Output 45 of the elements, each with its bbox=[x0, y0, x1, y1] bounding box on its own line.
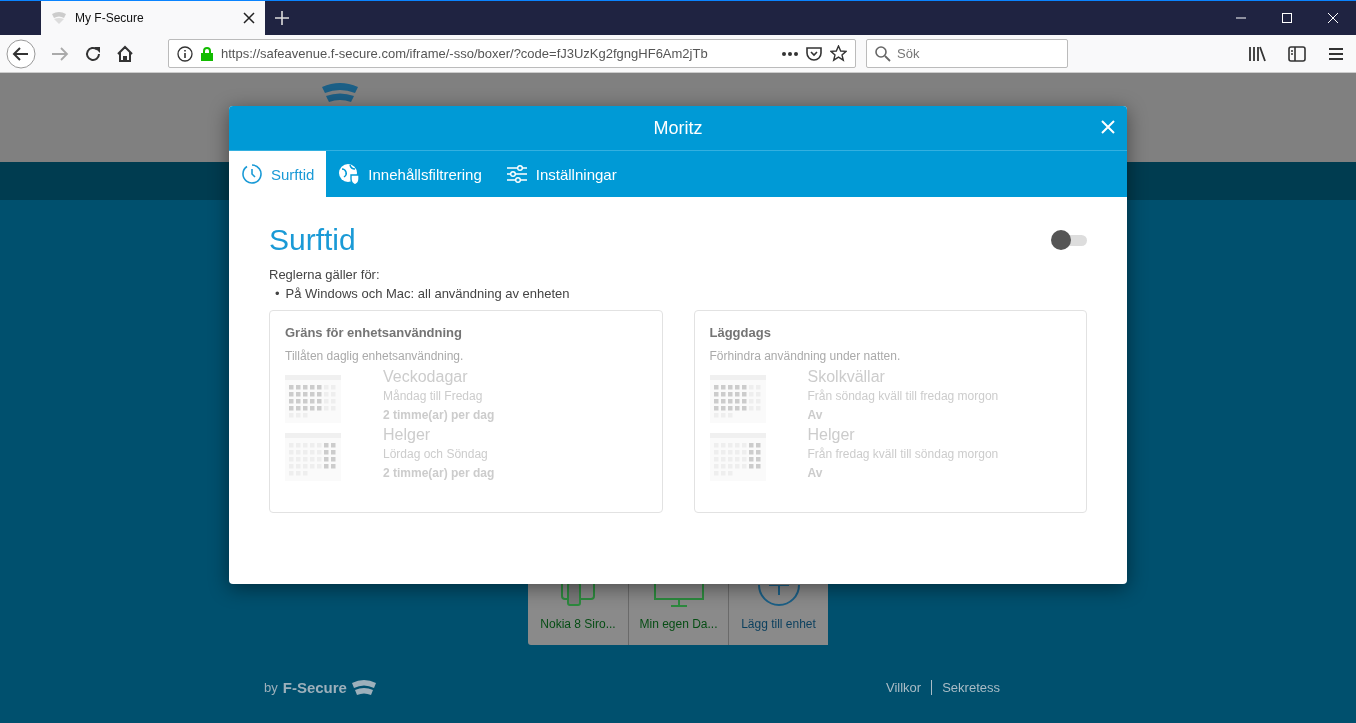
rules-label: Reglerna gäller för: bbox=[269, 267, 381, 282]
add-icon bbox=[756, 585, 801, 607]
browser-tab[interactable]: My F-Secure bbox=[41, 1, 265, 35]
logo-icon bbox=[351, 680, 376, 695]
info-icon[interactable] bbox=[177, 45, 193, 62]
address-bar[interactable]: https://safeavenue.f-secure.com/iframe/-sso/boxer/?code=fJ3UzKg2fgngHF6Am2jTb bbox=[168, 39, 856, 68]
tab-title: My F-Secure bbox=[75, 11, 145, 25]
footer-link[interactable]: Sekretess bbox=[931, 680, 1010, 695]
clock-icon bbox=[241, 163, 263, 185]
device-label: Lägg till enhet bbox=[741, 617, 816, 631]
close-icon[interactable] bbox=[243, 12, 255, 24]
dialog-tab[interactable]: Innehållsfiltrering bbox=[326, 151, 494, 197]
star-icon[interactable] bbox=[830, 45, 847, 62]
dialog-tab[interactable]: Inställningar bbox=[493, 151, 629, 197]
card-title: Gräns för enhetsanvändning bbox=[285, 325, 463, 340]
more-icon[interactable] bbox=[782, 51, 798, 56]
home-icon[interactable] bbox=[116, 44, 134, 63]
globe-shield-icon bbox=[338, 163, 361, 185]
bullet: • bbox=[275, 285, 280, 302]
footer-link[interactable]: Villkor bbox=[876, 680, 932, 695]
card-title: Läggdags bbox=[709, 325, 772, 340]
shield-icon bbox=[51, 11, 67, 25]
brand-text: F-Secure bbox=[282, 679, 347, 696]
toggle-switch[interactable] bbox=[1051, 232, 1087, 248]
card-subtitle: Förhindra användning under natten. bbox=[709, 349, 902, 363]
logo-icon bbox=[322, 83, 358, 102]
back-icon[interactable] bbox=[6, 38, 36, 69]
new-tab-icon[interactable] bbox=[275, 11, 289, 25]
menu-icon[interactable] bbox=[1328, 46, 1344, 61]
url-text: https://safeavenue.f-secure.com/iframe/-sso/boxer/?code=fJ3UzKg2fgngHF6Am2jTb bbox=[221, 46, 709, 61]
search-field[interactable]: Sök bbox=[866, 39, 1068, 68]
dialog-title: Moritz bbox=[653, 117, 703, 139]
reload-icon[interactable] bbox=[84, 44, 102, 63]
sidebar-icon[interactable] bbox=[1288, 45, 1306, 62]
library-icon[interactable] bbox=[1248, 45, 1266, 62]
lock-icon bbox=[201, 46, 213, 61]
by-text: by bbox=[264, 680, 278, 695]
rule-item: På Windows och Mac: all användning av enheten bbox=[285, 285, 570, 302]
pocket-icon[interactable] bbox=[806, 45, 822, 62]
sliders-icon bbox=[505, 164, 528, 184]
card-subtitle: Tillåten daglig enhetsanvändning. bbox=[285, 349, 465, 363]
device-label: Nokia 8 Siro... bbox=[540, 617, 616, 631]
dialog-tab[interactable]: Surftid bbox=[229, 151, 327, 197]
section-heading: Surftid bbox=[269, 223, 356, 257]
device-label: Min egen Da... bbox=[639, 617, 718, 631]
